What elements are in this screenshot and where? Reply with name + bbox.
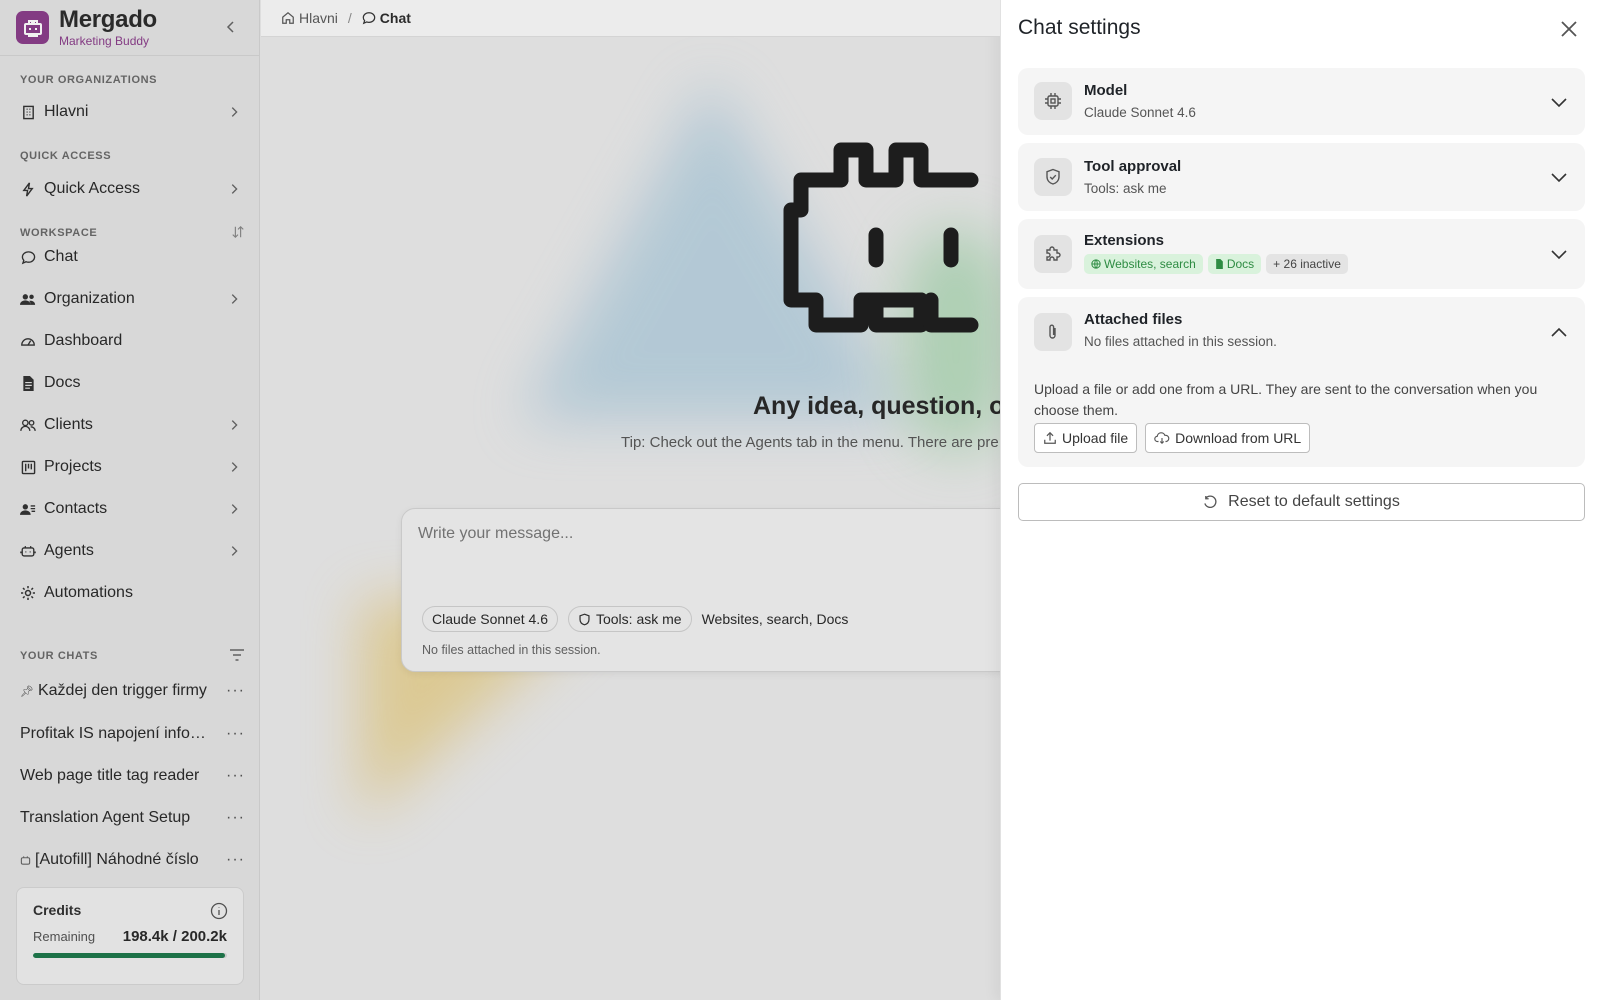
home-icon xyxy=(282,11,294,24)
attached-files-title: Attached files xyxy=(1084,311,1183,328)
reset-defaults-button[interactable]: Reset to default settings xyxy=(1018,483,1585,521)
modal-backdrop[interactable] xyxy=(0,0,1000,1000)
upload-icon xyxy=(1044,431,1056,444)
shield-icon xyxy=(1034,158,1072,196)
download-from-url-button[interactable]: Download from URL xyxy=(1145,423,1311,453)
tool-approval-title: Tool approval xyxy=(1084,158,1182,175)
cpu-chip-icon xyxy=(1034,82,1072,120)
extensions-card[interactable]: Extensions Websites, search Docs + 26 in… xyxy=(1018,219,1585,289)
close-button[interactable] xyxy=(1558,18,1580,40)
attached-files-card: Attached files No files attached in this… xyxy=(1018,297,1585,467)
upload-file-label: Upload file xyxy=(1062,430,1129,446)
chevron-down-icon xyxy=(1551,250,1567,260)
breadcrumb-home-label: Hlavni xyxy=(299,10,338,26)
globe-icon xyxy=(1091,259,1101,269)
breadcrumb-current: Chat xyxy=(362,10,411,26)
chevron-down-icon xyxy=(1551,173,1567,183)
attached-files-value: No files attached in this session. xyxy=(1084,334,1277,349)
extension-tag-inactive: + 26 inactive xyxy=(1266,254,1348,274)
tool-approval-card[interactable]: Tool approval Tools: ask me xyxy=(1018,143,1585,211)
cloud-download-icon xyxy=(1154,432,1170,445)
reset-icon xyxy=(1204,494,1217,508)
extension-tag-websites: Websites, search xyxy=(1084,254,1203,274)
extension-tag-docs: Docs xyxy=(1207,254,1262,274)
model-value: Claude Sonnet 4.6 xyxy=(1084,105,1196,120)
breadcrumb-current-label: Chat xyxy=(379,10,411,26)
reset-defaults-label: Reset to default settings xyxy=(1228,493,1400,510)
breadcrumb-home[interactable]: Hlavni xyxy=(281,10,338,26)
tool-approval-value: Tools: ask me xyxy=(1084,181,1167,196)
extension-tag-docs-label: Docs xyxy=(1226,257,1255,271)
panel-title: Chat settings xyxy=(1018,16,1141,39)
model-title: Model xyxy=(1084,82,1128,99)
extension-tag-websites-label: Websites, search xyxy=(1104,257,1196,271)
download-from-url-label: Download from URL xyxy=(1175,430,1302,446)
paperclip-icon xyxy=(1034,313,1072,351)
breadcrumb-separator: / xyxy=(347,10,352,26)
chevron-down-icon xyxy=(1551,98,1567,108)
model-card[interactable]: Model Claude Sonnet 4.6 xyxy=(1018,68,1585,135)
document-icon xyxy=(1215,259,1223,269)
chat-settings-panel: Chat settings Model Claude Sonnet 4.6 To… xyxy=(1000,0,1600,1000)
chevron-up-icon[interactable] xyxy=(1549,323,1569,343)
chat-bubble-icon xyxy=(362,12,376,25)
puzzle-icon xyxy=(1034,235,1072,273)
breadcrumb: Hlavni / Chat xyxy=(261,0,1000,37)
close-icon xyxy=(1561,21,1577,37)
upload-file-button[interactable]: Upload file xyxy=(1034,423,1138,453)
extensions-title: Extensions xyxy=(1084,232,1165,249)
attached-files-description: Upload a file or add one from a URL. The… xyxy=(1034,381,1538,418)
